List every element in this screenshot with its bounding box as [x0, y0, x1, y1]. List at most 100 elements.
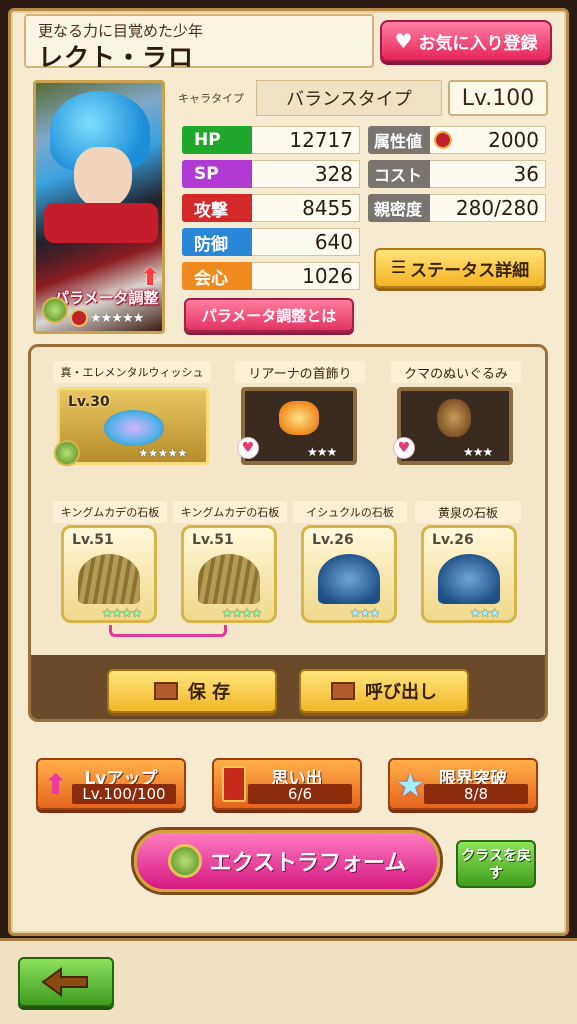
stat-critical-value: 1026	[252, 262, 360, 290]
level-up-button[interactable]: ⬆ Lvアップ Lv.100/100	[36, 758, 186, 810]
tablet-slot-1[interactable]: Lv.51 ★★★★	[61, 525, 157, 623]
stone-tablet-icon	[318, 554, 380, 604]
stone-tablet-icon	[78, 554, 140, 604]
chara-type-value: バランスタイプ	[256, 80, 442, 116]
stat-attack-label: 攻撃	[182, 194, 252, 222]
stone-tablet-icon	[438, 554, 500, 604]
load-label: 呼び出し	[365, 682, 437, 703]
portrait-param-label: パラメータ調整	[54, 289, 159, 307]
tablet-set-bracket	[109, 625, 227, 637]
stat-sp: SP 328	[182, 160, 360, 188]
necklace-icon	[279, 401, 319, 435]
class-back-button[interactable]: クラスを戻す	[456, 840, 536, 888]
stat-attribute-value: 2000	[488, 128, 539, 152]
stat-attribute-box: 2000	[430, 126, 546, 154]
tablet-4-level: Lv.26	[432, 532, 474, 548]
status-detail-button[interactable]: ☰ ステータス詳細	[374, 248, 546, 288]
affection-heart-icon: ♥	[393, 437, 415, 459]
save-icon	[153, 682, 178, 700]
stat-defense-value: 640	[252, 228, 360, 256]
weapon-2-stars: ★★★	[307, 445, 337, 459]
weapon-2-name: リアーナの首飾り	[235, 361, 365, 383]
save-label: 保 存	[187, 682, 231, 703]
list-icon: ☰	[390, 258, 407, 278]
stat-defense-label: 防御	[182, 228, 252, 256]
tablet-4-name: 黄泉の石板	[415, 501, 521, 523]
footer-bar	[0, 938, 577, 1024]
stat-hp: HP 12717	[182, 126, 360, 154]
tablet-1-name: キングムカデの石板	[53, 501, 167, 523]
portrait-scarf	[44, 203, 158, 243]
stat-defense: 防御 640	[182, 228, 360, 256]
fire-attribute-icon	[70, 309, 88, 327]
equipment-panel: 真・エレメンタルウィッシュ リアーナの首飾り クマのぬいぐるみ Lv.30 ★★…	[28, 344, 548, 722]
stat-attack-value: 8455	[252, 194, 360, 222]
wind-element-icon	[167, 844, 202, 878]
heart-icon: ♥	[394, 29, 413, 53]
tablet-2-stars: ★★★★	[222, 606, 262, 620]
tablet-2-level: Lv.51	[192, 532, 234, 548]
weapon-1-level: Lv.30	[68, 394, 110, 410]
load-icon	[331, 682, 355, 700]
limit-break-button[interactable]: ★ 限界突破 8/8	[388, 758, 538, 810]
weapon-3-name: クマのぬいぐるみ	[391, 361, 521, 383]
stat-attribute: 属性値 2000	[368, 126, 546, 154]
stat-cost: コスト 36	[368, 160, 546, 188]
favorite-label: お気に入り登録	[418, 33, 538, 54]
tablet-slot-3[interactable]: Lv.26 ★★★	[301, 525, 397, 623]
memories-button[interactable]: 思い出 6/6	[212, 758, 362, 810]
status-detail-label: ステータス詳細	[410, 260, 530, 281]
stat-hp-label: HP	[182, 126, 252, 154]
stat-affection-value: 280/280	[430, 194, 546, 222]
character-portrait[interactable]: ⬆ パラメータ調整 ★★★★★	[33, 80, 165, 334]
tablet-slot-4[interactable]: Lv.26 ★★★	[421, 525, 517, 623]
affection-heart-icon: ♥	[237, 437, 259, 459]
limit-break-value: 8/8	[424, 784, 528, 804]
portrait-face	[74, 147, 132, 209]
weapon-slot-2[interactable]: ♥ ★★★	[237, 387, 357, 465]
weapon-1-name: 真・エレメンタルウィッシュ	[53, 361, 211, 383]
arrow-left-icon	[41, 967, 88, 997]
rarity-stars: ★★★★★	[90, 311, 144, 326]
extra-form-button[interactable]: エクストラフォーム	[134, 830, 440, 892]
stat-sp-label: SP	[182, 160, 252, 188]
weapon-1-stars: ★★★★★	[138, 446, 188, 460]
back-button[interactable]	[18, 957, 114, 1007]
weapon-slot-3[interactable]: ♥ ★★★	[393, 387, 513, 465]
wind-element-icon	[42, 297, 68, 323]
level-up-value: Lv.100/100	[72, 784, 176, 804]
fire-attribute-icon	[434, 131, 452, 149]
tablet-1-stars: ★★★★	[102, 606, 142, 620]
stat-cost-value: 36	[430, 160, 546, 188]
chara-type-label: キャラタイプ	[178, 92, 244, 105]
character-title-box: 更なる力に目覚めた少年 レクト・ラロ	[24, 14, 374, 72]
character-name: レクト・ラロ	[38, 43, 195, 72]
stat-sp-value: 328	[252, 160, 360, 188]
param-about-button[interactable]: パラメータ調整とは	[184, 298, 354, 332]
weapon-3-stars: ★★★	[463, 445, 493, 459]
stat-hp-value: 12717	[252, 126, 360, 154]
wind-element-icon	[54, 440, 80, 466]
lotus-icon	[104, 410, 164, 446]
stat-cost-label: コスト	[368, 160, 430, 188]
extra-form-label: エクストラフォーム	[209, 851, 407, 876]
stat-critical-label: 会心	[182, 262, 252, 290]
favorite-button[interactable]: ♥ お気に入り登録	[380, 20, 552, 62]
tablet-3-stars: ★★★	[350, 606, 380, 620]
save-button[interactable]: 保 存	[107, 669, 277, 713]
tablet-1-level: Lv.51	[72, 532, 114, 548]
stat-affection: 親密度 280/280	[368, 194, 546, 222]
character-level: Lv.100	[448, 80, 548, 116]
tablet-3-name: イシュクルの石板	[293, 501, 407, 523]
stat-critical: 会心 1026	[182, 262, 360, 290]
tablet-4-stars: ★★★	[470, 606, 500, 620]
tablet-slot-2[interactable]: Lv.51 ★★★★	[181, 525, 277, 623]
teddy-bear-icon	[437, 399, 471, 437]
weapon-slot-1[interactable]: Lv.30 ★★★★★	[54, 387, 209, 466]
tablet-2-name: キングムカデの石板	[173, 501, 287, 523]
stat-affection-label: 親密度	[368, 194, 430, 222]
memories-value: 6/6	[248, 784, 352, 804]
stat-attribute-label: 属性値	[368, 126, 430, 154]
stone-tablet-icon	[198, 554, 260, 604]
load-button[interactable]: 呼び出し	[299, 669, 469, 713]
